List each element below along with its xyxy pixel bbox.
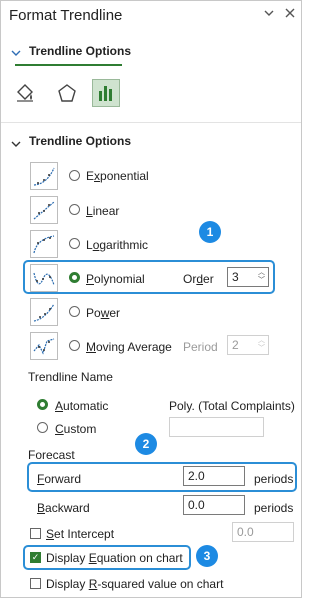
polynomial-curve-icon [30, 264, 58, 292]
section-chevron-icon[interactable] [11, 136, 21, 154]
callout-badge-3: 3 [196, 545, 218, 567]
forward-units: periods [254, 472, 294, 486]
trendline-options-bar-icon[interactable] [92, 79, 120, 107]
forward-input[interactable]: 2.0 [183, 466, 245, 486]
radio-linear[interactable] [69, 204, 80, 215]
checkbox-display-equation[interactable]: ✓ [30, 552, 41, 563]
chevron-down-icon[interactable] [263, 7, 275, 22]
spin-down-icon[interactable]: ﹀ [257, 277, 266, 284]
exponential-curve-icon [30, 162, 58, 190]
logarithmic-curve-icon [30, 230, 58, 258]
label-linear: Linear [86, 204, 120, 218]
custom-name-input [169, 417, 264, 437]
label-polynomial: Polynomial [86, 272, 145, 286]
effects-pentagon-icon[interactable] [53, 79, 81, 107]
order-label: Order [183, 272, 214, 286]
linear-line-icon [30, 196, 58, 224]
label-power: Power [86, 306, 121, 320]
label-moving-average: Moving Average [86, 340, 172, 354]
backward-input[interactable]: 0.0 [183, 495, 245, 515]
label-name-automatic: Automatic [55, 399, 109, 413]
label-set-intercept: Set Intercept [46, 527, 115, 541]
backward-value: 0.0 [188, 498, 205, 512]
divider [1, 122, 301, 123]
period-label: Period [183, 340, 218, 354]
radio-logarithmic[interactable] [69, 238, 80, 249]
label-exponential: Exponential [86, 169, 149, 183]
checkbox-set-intercept[interactable] [30, 528, 41, 539]
radio-name-automatic[interactable] [37, 399, 48, 410]
order-value: 3 [232, 270, 239, 284]
tab-trendline-options[interactable]: Trendline Options [29, 44, 131, 58]
forward-label: Forward [37, 472, 82, 486]
radio-power[interactable] [69, 306, 80, 317]
radio-moving-average[interactable] [69, 340, 80, 351]
tab-active-underline [15, 64, 122, 66]
radio-exponential[interactable] [69, 170, 80, 181]
format-trendline-pane: Format Trendline Trendline Options Trend… [0, 0, 302, 598]
intercept-value: 0.0 [237, 525, 254, 539]
radio-polynomial[interactable] [69, 272, 80, 283]
backward-units: periods [254, 501, 294, 515]
trendline-name-heading: Trendline Name [28, 370, 113, 384]
checkbox-display-r-squared[interactable] [30, 578, 41, 589]
pane-title: Format Trendline [9, 7, 123, 24]
automatic-name-value: Poly. (Total Complaints) [169, 399, 295, 413]
section-trendline-options[interactable]: Trendline Options [29, 134, 131, 148]
tab-chevron-icon [11, 45, 21, 63]
forward-value: 2.0 [188, 469, 205, 483]
callout-badge-2: 2 [135, 433, 157, 455]
power-curve-icon [30, 298, 58, 326]
label-display-equation: Display Equation on chart [46, 551, 183, 565]
callout-badge-1: 1 [199, 221, 221, 243]
close-icon[interactable] [284, 7, 296, 22]
radio-name-custom[interactable] [37, 422, 48, 433]
label-display-r-squared: Display R-squared value on chart [46, 577, 224, 591]
moving-average-icon [30, 332, 58, 360]
period-value: 2 [232, 338, 239, 352]
fill-line-icon[interactable] [11, 79, 39, 107]
label-logarithmic: Logarithmic [86, 238, 149, 252]
period-spin-up-icon: ︿ [258, 337, 265, 344]
forecast-heading: Forecast [28, 448, 75, 462]
intercept-input: 0.0 [232, 522, 294, 542]
label-name-custom: Custom [55, 422, 97, 436]
spin-up-icon[interactable]: ︿ [257, 269, 266, 276]
period-spin-down-icon: ﹀ [258, 345, 265, 352]
backward-label: Backward [37, 501, 90, 515]
